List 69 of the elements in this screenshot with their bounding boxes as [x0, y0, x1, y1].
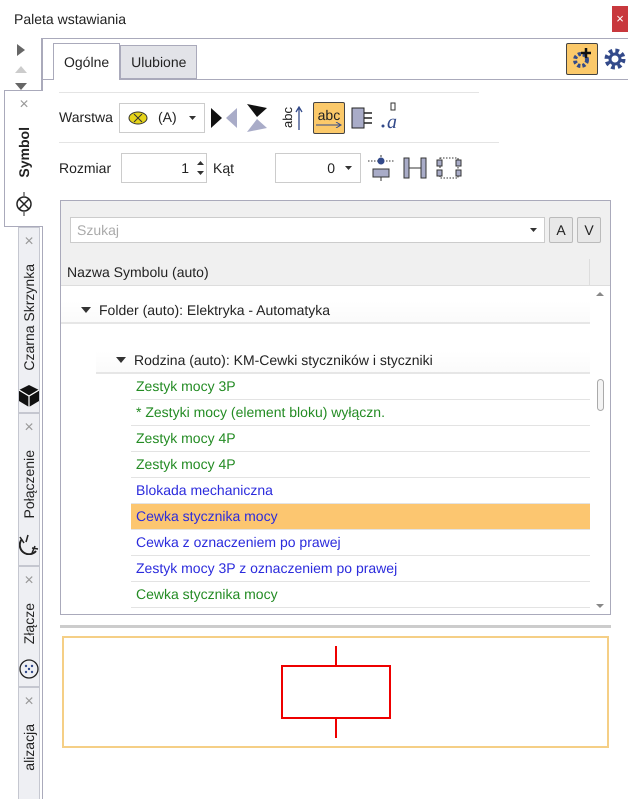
tree-item[interactable]: Cewka z oznaczeniem po prawej — [131, 530, 590, 556]
mirror-vertical-icon[interactable] — [244, 104, 269, 132]
tab-label: Połączenie — [22, 450, 36, 518]
up-arrow-icon — [294, 106, 303, 130]
lamp-icon — [14, 192, 34, 216]
horizontal-text-button[interactable]: abc — [312, 102, 345, 134]
column-header[interactable]: Nazwa Symbolu (auto) — [61, 259, 590, 285]
item-label: Zestyk mocy 3P z oznaczeniem po prawej — [136, 559, 398, 578]
expanded-caret-icon[interactable] — [81, 307, 91, 313]
layer-label: Warstwa — [59, 108, 113, 127]
side-tab[interactable]: × Czarna Skrzynka — [18, 227, 40, 413]
angle-dropdown[interactable]: 0 — [275, 153, 361, 183]
dropdown-caret-icon[interactable] — [530, 228, 537, 232]
down-arrow-icon[interactable] — [14, 83, 26, 90]
tree-item[interactable]: * Zestyki mocy (element bloku) wyłączn. — [131, 400, 590, 426]
scroll-down-icon[interactable] — [596, 604, 604, 608]
side-tab[interactable]: × alizacja — [18, 687, 40, 799]
settings-icon[interactable] — [602, 46, 628, 72]
expanded-caret-icon[interactable] — [116, 357, 126, 363]
tree-item[interactable]: Zestyk mocy 4P — [131, 426, 590, 452]
play-icon[interactable] — [16, 44, 24, 56]
vertical-text-button[interactable]: abc — [280, 106, 303, 130]
connection-icon — [19, 532, 39, 554]
connector-icon — [19, 658, 39, 680]
layer-dropdown[interactable]: (A) — [118, 102, 205, 132]
tab[interactable]: Ogólne — [53, 43, 120, 80]
tree-item[interactable]: Cewka stycznika mocy — [131, 582, 590, 608]
item-label: Zestyk mocy 4P — [136, 429, 236, 448]
item-label: * Zestyki mocy (element bloku) wyłączn. — [136, 403, 385, 422]
tab[interactable]: Ulubione — [120, 45, 198, 79]
side-tab[interactable]: × Połączenie — [18, 413, 40, 566]
dropdown-caret-icon[interactable] — [188, 116, 196, 120]
tree-item[interactable]: Zestyk mocy 3P z oznaczeniem po prawej — [131, 556, 590, 582]
side-tab[interactable]: × Symbol — [4, 90, 43, 227]
dropdown-caret-icon[interactable] — [345, 166, 352, 170]
right-arrow-icon — [316, 122, 342, 128]
close-button[interactable]: × — [612, 6, 628, 32]
tab-label: Symbol — [17, 127, 31, 178]
distribute-icon[interactable] — [401, 155, 429, 181]
window-title: Paleta wstawiania — [13, 10, 126, 28]
search-field[interactable]: Szukaj — [70, 217, 545, 243]
tab-label: Złącze — [22, 603, 36, 644]
sort-ascending-button[interactable]: A — [549, 217, 573, 243]
size-spinner[interactable]: 1 — [121, 153, 207, 183]
component-icon[interactable] — [350, 106, 373, 130]
item-label: Cewka stycznika mocy — [136, 585, 278, 604]
tab-label: alizacja — [22, 724, 36, 771]
align-center-icon[interactable] — [367, 155, 395, 181]
item-label: Cewka stycznika mocy — [136, 507, 278, 526]
layer-icon — [128, 110, 148, 124]
add-gear-icon[interactable] — [566, 43, 598, 75]
tree-item[interactable]: Cewka stycznika mocy — [131, 504, 590, 530]
text-style-button[interactable]: a — [378, 102, 403, 134]
cube-icon — [19, 384, 39, 407]
mirror-horizontal-icon[interactable] — [210, 106, 239, 130]
tree-item[interactable]: Zestyk mocy 4P — [131, 452, 590, 478]
item-label: Zestyk mocy 4P — [136, 455, 236, 474]
side-tab[interactable]: × Złącze — [18, 566, 40, 687]
scrollbar-thumb[interactable] — [596, 379, 604, 411]
sort-descending-button[interactable]: V — [577, 217, 601, 243]
scroll-up-icon[interactable] — [596, 292, 604, 296]
spacing-icon[interactable] — [435, 155, 463, 181]
item-label: Cewka z oznaczeniem po prawej — [136, 533, 341, 552]
angle-label: Kąt — [213, 158, 236, 178]
tree-item[interactable]: Zestyk mocy 3P — [131, 374, 590, 400]
item-label: Zestyk mocy 3P — [136, 377, 236, 396]
item-label: Blokada mechaniczna — [136, 481, 273, 500]
size-label: Rozmiar — [59, 158, 112, 178]
tab-label: Czarna Skrzynka — [22, 264, 36, 371]
